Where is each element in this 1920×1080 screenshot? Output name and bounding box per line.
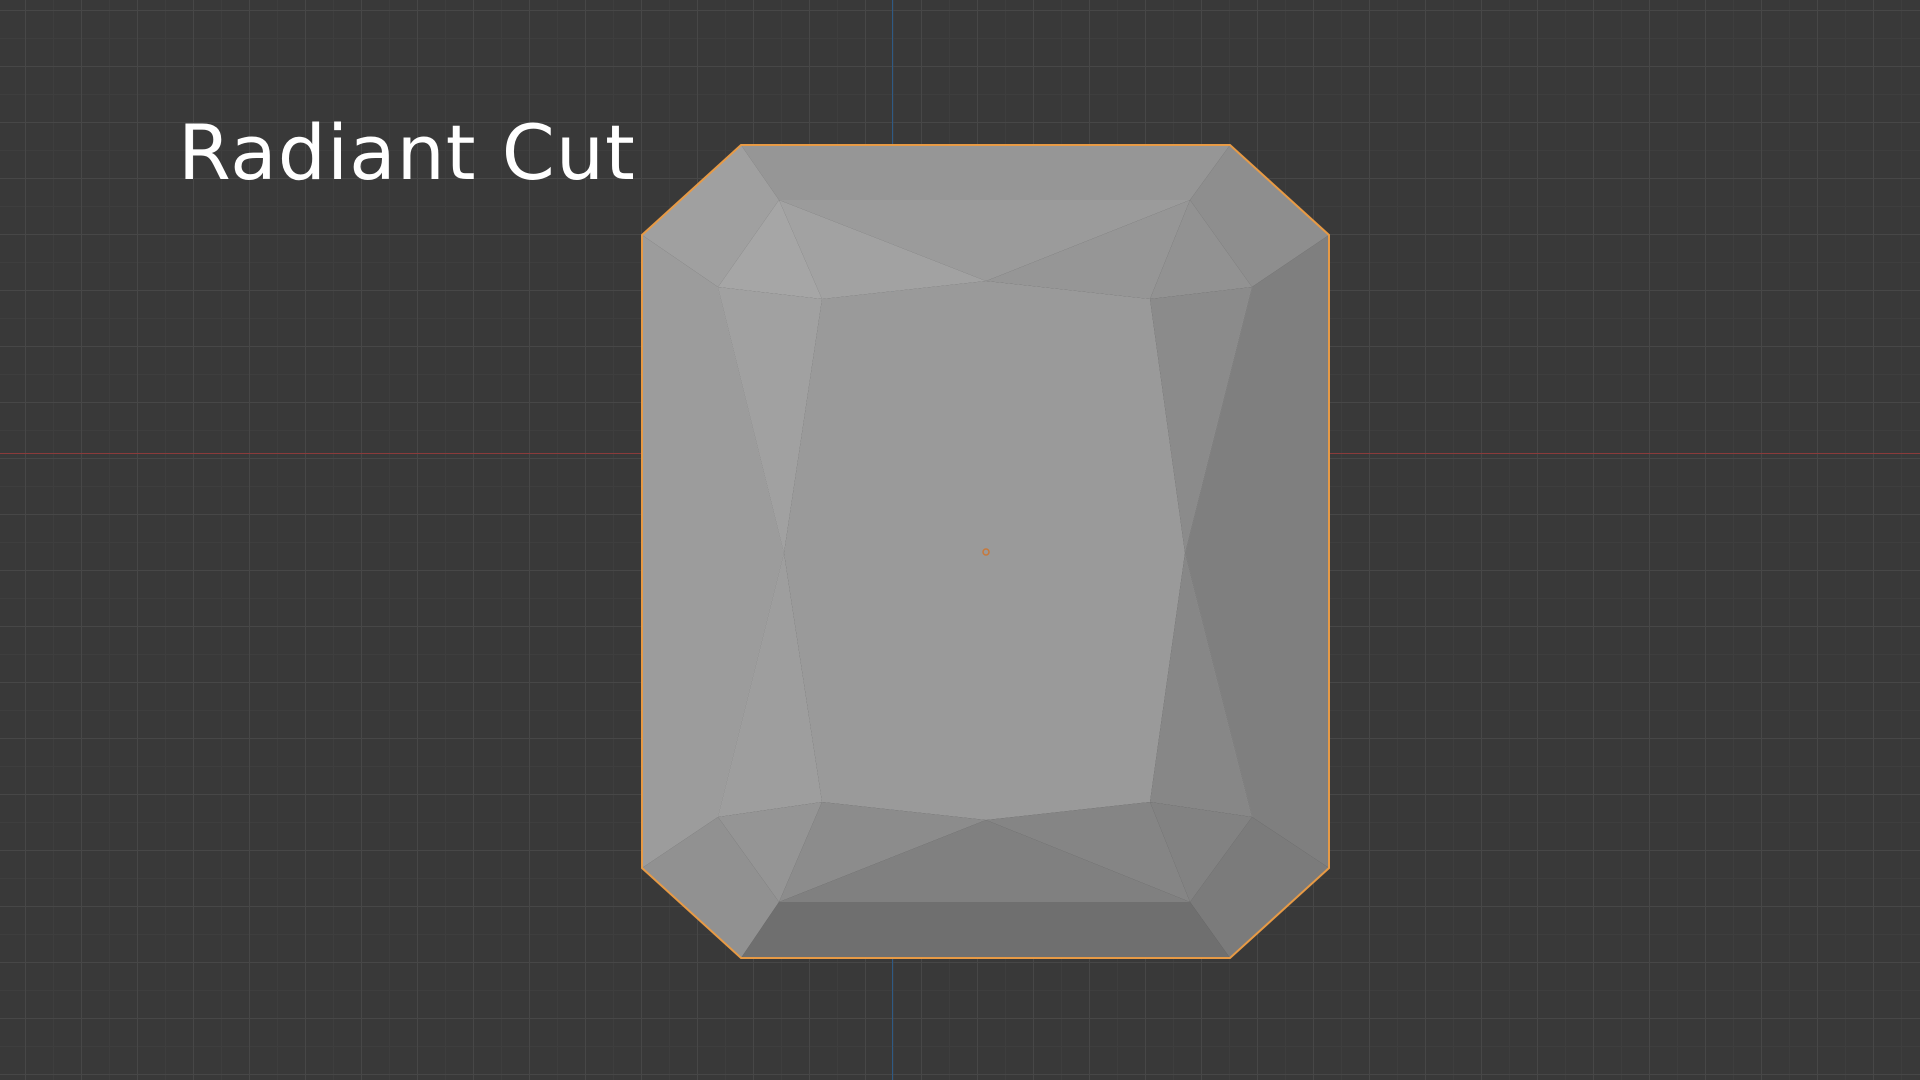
overlay-title: Radiant Cut [178,108,636,197]
facet-top-1 [741,145,1230,200]
facet-table [784,281,1185,820]
facet-bottom-4 [741,902,1230,958]
3d-viewport[interactable]: Radiant Cut [0,0,1920,1080]
